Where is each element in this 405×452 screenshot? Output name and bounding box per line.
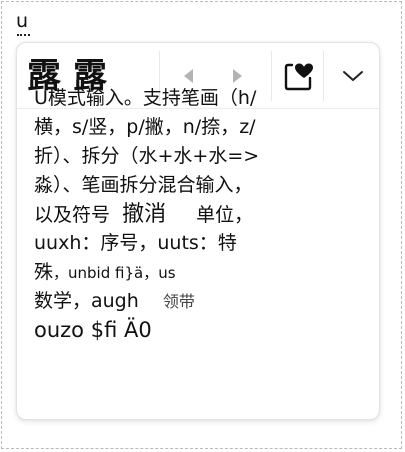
help-line-3: 折）、拆分（水+水+水=> <box>34 145 260 167</box>
triangle-left-icon <box>184 68 193 83</box>
help-line-8: 数学，augh 领带 <box>34 287 352 316</box>
help-line-7: 殊，unbid fi}ä，us <box>34 258 352 287</box>
help-line-9: ouzo $fi Ä0 <box>34 318 152 342</box>
composition-text: u <box>16 10 29 32</box>
help-line-4: 淼）、笔画拆分混合输入， <box>34 174 253 196</box>
composition-underline <box>17 34 31 36</box>
help-line-5: 以及符号 撤消 单位， <box>34 200 352 229</box>
help-line-5-b: 撤消 <box>122 202 167 227</box>
help-line-7-b: ，unbid fi}ä，us <box>53 264 176 282</box>
help-line-2: 横，s/竖，p/撇，n/捺，z/ <box>34 116 256 138</box>
triangle-right-icon <box>233 68 242 83</box>
help-line-5-a: 以及符号 <box>34 204 111 226</box>
help-line-7-a: 殊 <box>34 261 54 283</box>
help-line-1: U模式输入。支持笔画（h/ <box>34 87 257 109</box>
help-line-5-c: 单位， <box>196 204 254 226</box>
help-text: U模式输入。支持笔画（h/ 横，s/竖，p/撇，n/捺，z/ 折）、拆分（水+水… <box>34 84 352 345</box>
help-line-8-b: 领带 <box>162 292 195 311</box>
help-line-6: uuxh：序号，uuts：特 <box>34 232 237 254</box>
help-line-8-a: 数学，augh <box>34 290 139 312</box>
chevron-down-icon <box>343 70 363 81</box>
composition-string: u <box>16 9 31 36</box>
